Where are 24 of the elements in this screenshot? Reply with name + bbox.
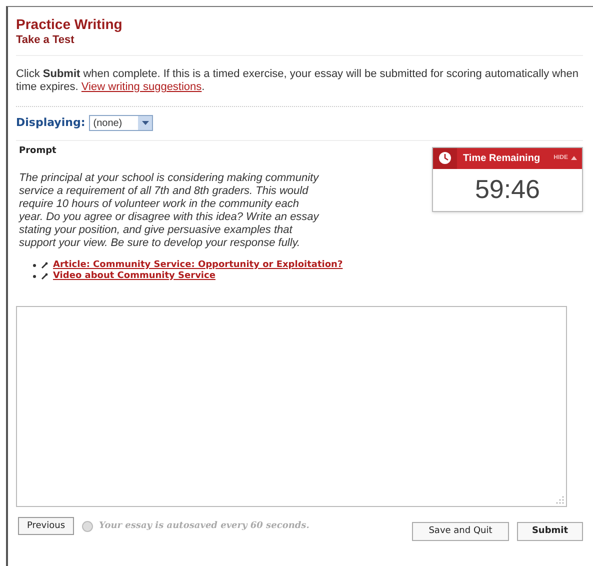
clock-icon bbox=[438, 151, 452, 165]
resource-link[interactable]: Article: Community Service: Opportunity or Exploitation? bbox=[53, 258, 343, 272]
submit-button[interactable]: Submit bbox=[517, 522, 583, 541]
prompt-text: The principal at your school is considering making community service a requirement of all 7th and 8th graders. This would require 10 hours of volunteer work in the community each year. Do you agree or disagree with this idea? Write an essay stating your position, and give persuasive examples that support your view. Be sure to develop your response fully. bbox=[19, 172, 320, 250]
save-and-quit-button[interactable]: Save and Quit bbox=[412, 522, 509, 541]
bullet-icon bbox=[33, 275, 36, 278]
page-subtitle: Take a Test bbox=[16, 33, 76, 47]
caret-up-icon bbox=[571, 156, 577, 160]
resource-link[interactable]: Video about Community Service bbox=[53, 270, 216, 284]
essay-text-area[interactable] bbox=[16, 306, 567, 507]
page-title: Practice Writing bbox=[16, 15, 124, 33]
previous-button[interactable]: Previous bbox=[18, 517, 74, 535]
bullet-icon bbox=[33, 264, 36, 267]
timer-title: Time Remaining bbox=[463, 152, 542, 166]
timer-time: 59:46 bbox=[474, 173, 542, 206]
info-icon bbox=[82, 520, 94, 532]
resize-grip-icon bbox=[556, 496, 564, 504]
instructions-text: Click Submit when complete. If this is a timed exercise, your essay will be submitted for scoring automatically when time expires. View writing suggestions. bbox=[16, 56, 583, 107]
autosave-note: Your essay is autosaved every 60 seconds. bbox=[99, 521, 310, 531]
displaying-dropdown[interactable]: (none) bbox=[89, 115, 154, 132]
prompt-heading: Prompt bbox=[19, 144, 58, 158]
writing-suggestions-link[interactable]: View writing suggestions bbox=[81, 81, 202, 93]
displaying-label: Displaying: bbox=[16, 115, 86, 131]
dropdown-caret-icon bbox=[142, 121, 149, 126]
